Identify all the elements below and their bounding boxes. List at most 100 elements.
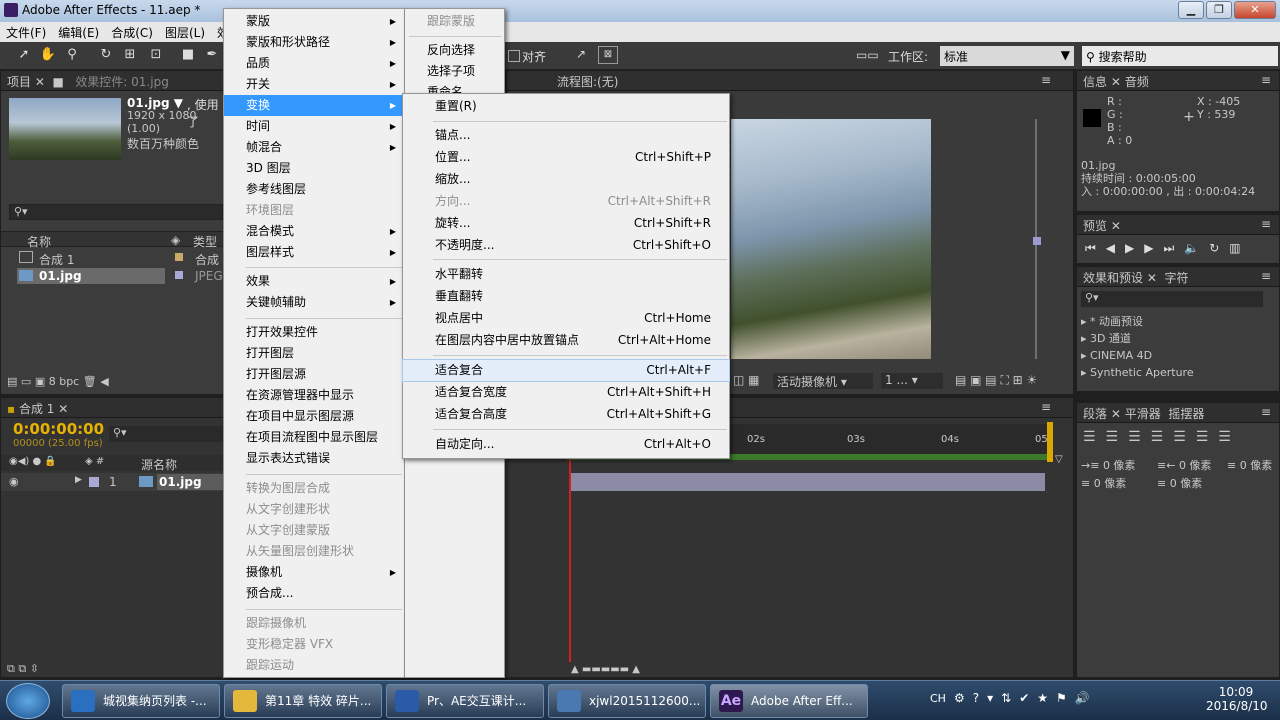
taskbar-item[interactable]: 城视集纳页列表 -... — [62, 684, 220, 718]
layer-menu-item[interactable]: 蒙版和形状路径 ▶ — [224, 32, 404, 53]
transform-menu-item[interactable]: 重置(R) — [403, 96, 729, 117]
indent-left[interactable]: →≡ 0 像素 — [1081, 457, 1135, 473]
layer-menu-item[interactable]: 时间 ▶ — [224, 116, 404, 137]
zoom-slider[interactable]: ▲ ▬▬▬▬▬ ▲ — [571, 664, 640, 675]
timeline-search-input[interactable]: ⚲▾ — [109, 426, 225, 442]
tab-flowchart[interactable]: 流程图:(无) — [557, 75, 618, 89]
work-area-end-handle[interactable] — [1047, 422, 1053, 462]
transform-menu-item[interactable]: 旋转... Ctrl+Shift+R — [403, 213, 729, 234]
transform-menu-item[interactable]: 方向... Ctrl+Alt+Shift+R — [403, 191, 729, 212]
taskbar-item[interactable]: Pr、AE交互课计... — [386, 684, 544, 718]
layer-menu-item[interactable]: 转换为图层合成 — [224, 478, 404, 499]
selection-tool-icon[interactable]: ➚ — [14, 47, 34, 65]
list-item[interactable]: ▸ CINEMA 4D — [1081, 347, 1194, 364]
panel-menu-icon[interactable]: ≡ — [1261, 269, 1271, 283]
layer-menu-item[interactable]: 从文字创建蒙版 — [224, 520, 404, 541]
transform-menu-item[interactable]: 缩放... — [403, 169, 729, 190]
panel-menu-icon[interactable]: ≡ — [1261, 405, 1271, 419]
layer-menu-item[interactable]: 打开图层源 — [224, 364, 404, 385]
transform-menu-item[interactable]: 垂直翻转 — [403, 286, 729, 307]
tab-effect-controls[interactable]: 效果控件: 01.jpg — [75, 75, 169, 89]
layer-menu-item[interactable]: 预合成... — [224, 583, 404, 604]
layer-menu-item[interactable]: 从文字创建形状 — [224, 499, 404, 520]
transparency-grid-icon[interactable]: ▦ — [748, 373, 759, 387]
layer-menu-item[interactable]: 品质 ▶ — [224, 53, 404, 74]
timeline-footer-icons[interactable]: ⧉ ⧉ ⇳ — [7, 662, 39, 676]
transform-menu-item[interactable]: 位置... Ctrl+Shift+P — [403, 147, 729, 168]
pen-tool-icon[interactable]: ✒ — [202, 47, 222, 65]
rectangle-tool-icon[interactable]: ■ — [178, 47, 198, 65]
zoom-tool-icon[interactable]: ⚲ — [62, 47, 82, 65]
panel-menu-icon[interactable]: ≡ — [1041, 400, 1051, 414]
taskbar-item[interactable]: xjwl2015112600... — [548, 684, 706, 718]
tab-effects[interactable]: 效果和预设 — [1083, 271, 1143, 285]
panel-menu-icon[interactable]: ≡ — [1041, 73, 1051, 87]
maximize-button[interactable]: ❐ — [1206, 1, 1232, 19]
camera-tool-icon[interactable]: ⊞ — [120, 47, 140, 65]
snap-icon[interactable]: ↗ — [576, 47, 586, 61]
list-item[interactable]: 01.jpg JPEG — [1, 267, 229, 285]
menu-composition[interactable]: 合成(C) — [105, 22, 159, 42]
view-tools[interactable]: ▤ ▣ ▤ ⛶ ⊞ ☀ — [955, 373, 1037, 388]
table-row[interactable]: ◉ ▶ 1 01.jpg — [1, 473, 225, 491]
layer-menu-item[interactable]: 变形稳定器 VFX — [224, 634, 404, 655]
layer-menu-item[interactable]: 摄像机 ▶ — [224, 562, 404, 583]
transform-menu-item[interactable]: 适合复合 Ctrl+Alt+F — [402, 359, 730, 382]
mask-menu-item[interactable]: 选择子项 — [405, 61, 504, 82]
space-before[interactable]: ≡ 0 像素 — [1081, 475, 1126, 491]
playhead-line[interactable] — [569, 454, 571, 662]
layer-name[interactable]: 01.jpg — [159, 475, 202, 489]
layer-duration-bar[interactable] — [571, 473, 1045, 491]
col-name[interactable]: 名称 — [27, 233, 51, 250]
tab-wiggler[interactable]: 摇摆器 — [1168, 407, 1204, 421]
minimize-button[interactable]: ▁ — [1178, 1, 1204, 19]
tray-icons[interactable]: ⚙?▾⇅✔★⚑🔊 — [954, 691, 1098, 705]
layer-handle[interactable] — [1033, 237, 1041, 245]
new-comp-icon[interactable]: ▣ — [35, 375, 45, 388]
taskbar-item-active[interactable]: Ae Adobe After Eff... — [710, 684, 868, 718]
workspace-select[interactable]: 标准 ▼ — [940, 46, 1074, 66]
layer-menu-item[interactable]: 跟踪运动 — [224, 655, 404, 676]
snap-checkbox[interactable] — [508, 50, 520, 62]
project-filename[interactable]: 01.jpg ▼ — [127, 96, 183, 110]
indent-right[interactable]: ≡← 0 像素 — [1157, 457, 1211, 473]
transform-menu-item[interactable]: 自动定向... Ctrl+Alt+O — [403, 434, 729, 455]
layer-menu-item[interactable]: 关键帧辅助 ▶ — [224, 292, 404, 313]
col-source-name[interactable]: 源名称 — [141, 456, 177, 473]
pan-tool-icon[interactable]: ⊡ — [146, 47, 166, 65]
tab-comp1[interactable]: 合成 1 — [19, 402, 54, 416]
menu-file[interactable]: 文件(F) — [0, 22, 52, 42]
tab-smoother[interactable]: 平滑器 — [1125, 407, 1161, 421]
hand-tool-icon[interactable]: ✋ — [38, 47, 58, 65]
transform-menu-item[interactable]: 在图层内容中居中放置锚点 Ctrl+Alt+Home — [403, 330, 729, 351]
panel-menu-icon[interactable]: ≡ — [1261, 73, 1271, 87]
effects-search-input[interactable]: ⚲▾ — [1081, 291, 1263, 307]
list-item[interactable]: ▸ * 动画预设 — [1081, 313, 1194, 330]
project-search-input[interactable]: ⚲▾ — [9, 204, 223, 220]
layer-menu-item[interactable]: 显示表达式错误 — [224, 448, 404, 469]
timeline-side-icons[interactable]: ▽ — [1055, 454, 1063, 465]
layer-menu-item[interactable]: 蒙版 ▶ — [224, 11, 404, 32]
transform-menu-item[interactable]: 不透明度... Ctrl+Shift+O — [403, 235, 729, 256]
transform-menu-item[interactable]: 锚点... — [403, 125, 729, 146]
layer-menu-item[interactable]: 跟踪摄像机 — [224, 613, 404, 634]
interpret-icon[interactable]: ▤ — [7, 375, 17, 388]
folder-icon[interactable]: ▭ — [21, 375, 31, 388]
list-item[interactable]: ▸ 3D 通道 — [1081, 330, 1194, 347]
menu-layer[interactable]: 图层(L) — [159, 22, 211, 42]
close-button[interactable]: ✕ — [1234, 1, 1276, 19]
views-select[interactable]: 1 ... ▾ — [881, 373, 943, 389]
layer-menu-item[interactable]: 图层样式 ▶ — [224, 242, 404, 263]
tab-paragraph[interactable]: 段落 — [1083, 407, 1107, 421]
transform-menu-item[interactable]: 视点居中 Ctrl+Home — [403, 308, 729, 329]
col-type[interactable]: 类型 — [193, 233, 217, 250]
tab-character[interactable]: 字符 — [1165, 271, 1189, 285]
panel-menu-icon[interactable]: ≡ — [1261, 217, 1271, 231]
tab-preview[interactable]: 预览 — [1083, 219, 1107, 233]
input-language[interactable]: CH — [930, 692, 946, 705]
align-buttons[interactable]: ☰☰☰☰☰☰☰ — [1083, 429, 1241, 445]
preview-controls[interactable]: ⏮◀▶▶⏭🔈↻▥ — [1085, 241, 1251, 256]
trash-icon[interactable]: 🗑 — [83, 375, 97, 388]
rotate-tool-icon[interactable]: ↻ — [96, 47, 116, 65]
transform-menu-item[interactable]: 适合复合宽度 Ctrl+Alt+Shift+H — [403, 382, 729, 403]
